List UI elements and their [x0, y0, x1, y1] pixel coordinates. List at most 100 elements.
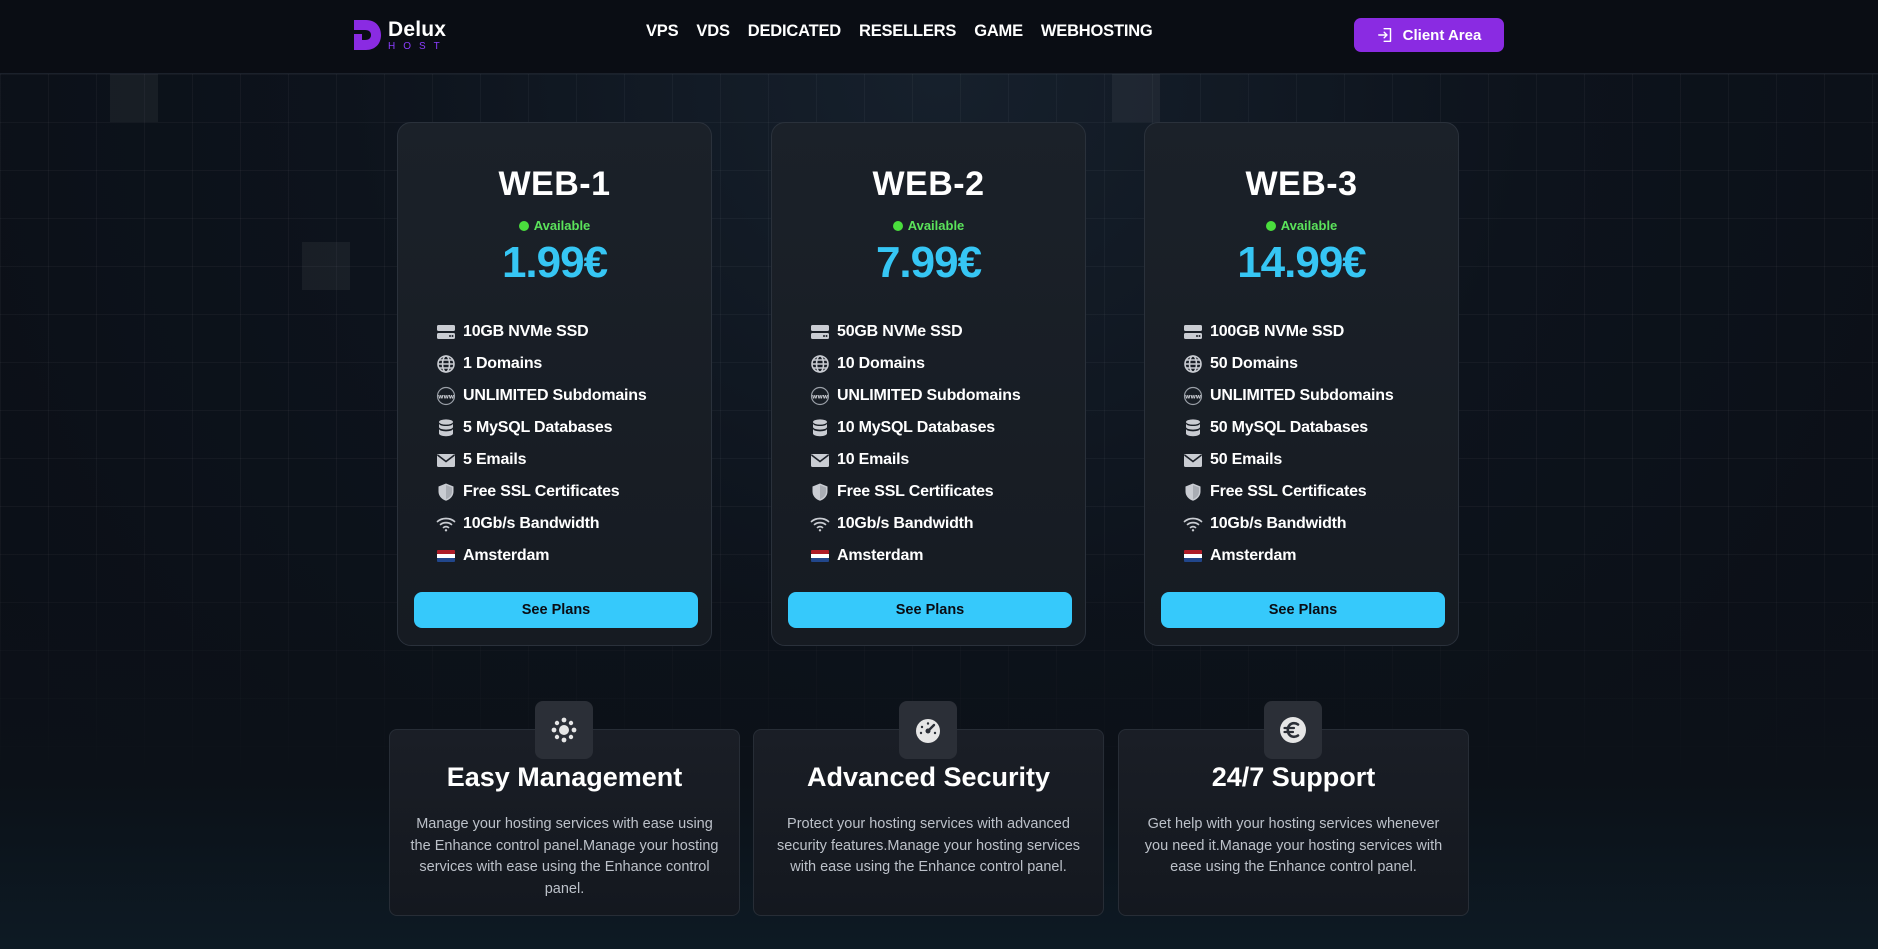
feature-item: 10Gb/s Bandwidth	[1182, 508, 1394, 540]
nav-item-resellers[interactable]: RESELLERS	[859, 22, 956, 41]
feature-label: 50 Domains	[1210, 355, 1298, 372]
feature-item: www UNLIMITED Subdomains	[435, 380, 647, 412]
feature-label: Amsterdam	[1210, 547, 1297, 564]
svg-text:www: www	[812, 393, 829, 400]
highlight-text: Manage your hosting services with ease u…	[410, 816, 719, 897]
feature-label: 10Gb/s Bandwidth	[463, 515, 600, 532]
feature-label: 10GB NVMe SSD	[463, 323, 589, 340]
feature-item: Free SSL Certificates	[809, 476, 1021, 508]
feature-label: UNLIMITED Subdomains	[1210, 387, 1394, 404]
feature-item: 50 Emails	[1182, 444, 1394, 476]
feature-label: UNLIMITED Subdomains	[463, 387, 647, 404]
shield-icon	[809, 482, 831, 502]
feature-label: 10 Emails	[837, 451, 910, 468]
www-icon: www	[809, 386, 831, 406]
feature-list: 50GB NVMe SSD 10 Domains www UNLIMITED Subd…	[809, 316, 1021, 572]
feature-label: Free SSL Certificates	[1210, 483, 1367, 500]
status-label: Available	[533, 218, 591, 233]
database-icon	[809, 418, 831, 438]
wifi-icon	[435, 514, 457, 534]
plan-card-web-2: WEB-2 Available 7.99€ 50GB NVMe SSD 10 Do…	[771, 122, 1086, 646]
brand-name: Delux	[388, 17, 447, 41]
feature-label: 10 Domains	[837, 355, 925, 372]
feature-item: www UNLIMITED Subdomains	[1182, 380, 1394, 412]
netherlands-flag-icon	[435, 546, 457, 566]
feature-label: UNLIMITED Subdomains	[837, 387, 1021, 404]
brand-logo[interactable]: Delux HOST	[352, 18, 448, 52]
see-plans-button[interactable]: See Plans	[1161, 592, 1445, 628]
see-plans-button[interactable]: See Plans	[788, 592, 1072, 628]
envelope-icon	[1182, 450, 1204, 470]
envelope-icon	[809, 450, 831, 470]
status-badge: Available	[1145, 218, 1458, 233]
database-icon	[1182, 418, 1204, 438]
feature-label: Free SSL Certificates	[837, 483, 994, 500]
www-icon: www	[1182, 386, 1204, 406]
plan-title: WEB-1	[498, 165, 611, 203]
feature-item: Amsterdam	[1182, 540, 1394, 572]
gear-icon	[535, 701, 593, 759]
status-badge: Available	[772, 218, 1085, 233]
nav-item-dedicated[interactable]: DEDICATED	[748, 22, 841, 41]
feature-item: Free SSL Certificates	[1182, 476, 1394, 508]
globe-icon	[435, 354, 457, 374]
feature-label: 10Gb/s Bandwidth	[837, 515, 974, 532]
envelope-icon	[435, 450, 457, 470]
feature-label: Free SSL Certificates	[463, 483, 620, 500]
netherlands-flag-icon	[1182, 546, 1204, 566]
see-plans-button[interactable]: See Plans	[414, 592, 698, 628]
main-menu: VPS VDS DEDICATED RESELLERS GAME WEBHOST…	[646, 22, 1153, 41]
plan-card-web-3: WEB-3 Available 14.99€ 100GB NVMe SSD 50 …	[1144, 122, 1459, 646]
status-dot	[892, 221, 903, 231]
feature-item: www UNLIMITED Subdomains	[809, 380, 1021, 412]
server-icon	[809, 322, 831, 342]
plan-title: WEB-2	[872, 165, 985, 203]
feature-label: 10Gb/s Bandwidth	[1210, 515, 1347, 532]
top-navbar: Delux HOST VPS VDS DEDICATED RESELLERS G…	[0, 0, 1878, 74]
highlight-text: Get help with your hosting services when…	[1144, 816, 1443, 875]
feature-item: 10GB NVMe SSD	[435, 316, 647, 348]
status-dot	[518, 221, 529, 231]
feature-label: Amsterdam	[837, 547, 924, 564]
feature-item: 10 Domains	[809, 348, 1021, 380]
feature-item: 10 Emails	[809, 444, 1021, 476]
plan-price: 14.99€	[1237, 238, 1367, 287]
feature-list: 100GB NVMe SSD 50 Domains www UNLIMITED Sub…	[1182, 316, 1394, 572]
client-area-button[interactable]: Client Area	[1354, 18, 1504, 52]
feature-item: 1 Domains	[435, 348, 647, 380]
server-icon	[435, 322, 457, 342]
globe-icon	[1182, 354, 1204, 374]
svg-text:www: www	[438, 393, 455, 400]
highlight-title: 24/7 Support	[1211, 762, 1376, 792]
feature-item: 50GB NVMe SSD	[809, 316, 1021, 348]
netherlands-flag-icon	[809, 546, 831, 566]
feature-label: 100GB NVMe SSD	[1210, 323, 1345, 340]
feature-item: 50 Domains	[1182, 348, 1394, 380]
plan-title: WEB-3	[1245, 165, 1358, 203]
www-icon: www	[435, 386, 457, 406]
server-icon	[1182, 322, 1204, 342]
shield-icon	[435, 482, 457, 502]
feature-item: Amsterdam	[809, 540, 1021, 572]
feature-label: 50 MySQL Databases	[1210, 419, 1368, 436]
status-dot	[1265, 221, 1276, 231]
status-label: Available	[1280, 218, 1338, 233]
feature-item: 50 MySQL Databases	[1182, 412, 1394, 444]
feature-label: 5 MySQL Databases	[463, 419, 613, 436]
nav-item-game[interactable]: GAME	[974, 22, 1023, 41]
nav-item-webhosting[interactable]: WEBHOSTING	[1041, 22, 1153, 41]
highlight-title: Easy Management	[446, 762, 683, 792]
euro-icon	[1264, 701, 1322, 759]
feature-label: 50 Emails	[1210, 451, 1283, 468]
shield-icon	[1182, 482, 1204, 502]
wifi-icon	[1182, 514, 1204, 534]
feature-label: Amsterdam	[463, 547, 550, 564]
feature-item: 10 MySQL Databases	[809, 412, 1021, 444]
brand-sub: HOST	[388, 40, 448, 52]
nav-item-vps[interactable]: VPS	[646, 22, 679, 41]
wifi-icon	[809, 514, 831, 534]
nav-item-vds[interactable]: VDS	[696, 22, 730, 41]
highlight-title: Advanced Security	[806, 762, 1051, 792]
feature-label: 50GB NVMe SSD	[837, 323, 963, 340]
feature-label: 10 MySQL Databases	[837, 419, 995, 436]
